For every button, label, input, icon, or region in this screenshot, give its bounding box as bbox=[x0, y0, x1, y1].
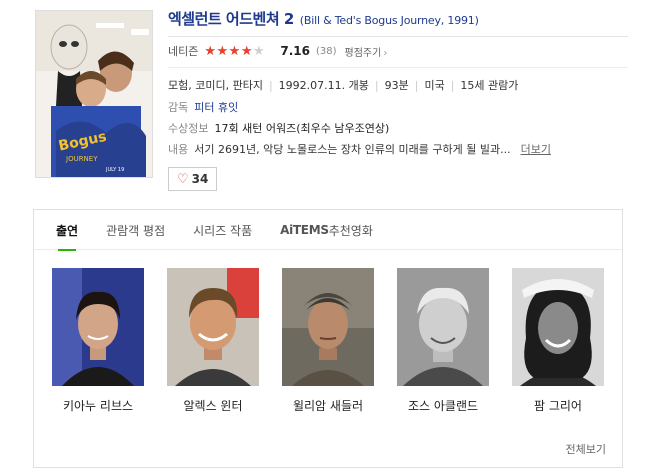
svg-text:JULY 19: JULY 19 bbox=[105, 167, 124, 173]
movie-original-title: (Bill & Ted's Bogus Journey, 1991) bbox=[299, 14, 479, 27]
svg-text:JOURNEY: JOURNEY bbox=[65, 155, 98, 163]
release-date: 1992.07.11. 개봉 bbox=[278, 79, 369, 92]
movie-poster[interactable]: Bogus JOURNEY JULY 19 bbox=[35, 10, 153, 178]
separator: | bbox=[374, 78, 379, 92]
rating-label: 네티즌 bbox=[168, 45, 199, 58]
cast-name[interactable]: 키아누 리브스 bbox=[52, 397, 144, 414]
cast-photo-image bbox=[397, 268, 489, 386]
awards-row: 수상정보 17회 새턴 어워즈(최우수 남우조연상) bbox=[168, 117, 628, 138]
runtime: 93분 bbox=[384, 79, 409, 92]
cast-name[interactable]: 윌리암 새들러 bbox=[282, 397, 374, 414]
cast-name[interactable]: 조스 아클랜드 bbox=[397, 397, 489, 414]
age-rating: 15세 관람가 bbox=[460, 79, 519, 92]
cast-photo[interactable] bbox=[397, 268, 489, 386]
panel-tabs: 출연 관람객 평점 시리즈 작품 AiTEMS 추천영화 bbox=[34, 210, 622, 251]
cast-photo[interactable] bbox=[512, 268, 604, 386]
awards-value: 17회 새턴 어워즈(최우수 남우조연상) bbox=[214, 121, 390, 135]
cast-panel: 출연 관람객 평점 시리즈 작품 AiTEMS 추천영화 키아누 리브스 알렉스… bbox=[33, 209, 623, 468]
tab-cast[interactable]: 출연 bbox=[42, 210, 92, 251]
movie-meta: 모험, 코미디, 판타지 | 1992.07.11. 개봉 | 93분 | 미국… bbox=[168, 74, 628, 96]
title-row: 엑셀런트 어드벤쳐 2 (Bill & Ted's Bogus Journey,… bbox=[168, 8, 628, 30]
tab-audience-rating[interactable]: 관람객 평점 bbox=[92, 210, 179, 250]
separator: | bbox=[268, 78, 273, 92]
cast-photo[interactable] bbox=[167, 268, 259, 386]
tab-series[interactable]: 시리즈 작품 bbox=[179, 210, 266, 250]
synopsis-more-link[interactable]: 더보기 bbox=[521, 141, 551, 157]
view-all-link[interactable]: 전체보기 bbox=[566, 441, 606, 457]
rating-score: 7.16 bbox=[280, 44, 310, 58]
cast-list: 키아누 리브스 알렉스 윈터 윌리암 새들러 조스 아클랜드 팜 그리어 bbox=[52, 268, 627, 414]
genres: 모험, 코미디, 판타지 bbox=[168, 79, 263, 92]
awards-label: 수상정보 bbox=[168, 121, 209, 135]
rate-movie-link[interactable]: 평점주기 bbox=[345, 44, 388, 59]
like-count: 34 bbox=[191, 172, 209, 186]
synopsis-row: 내용 서기 2691년, 악당 노몰로스는 장차 인류의 미래를 구하게 될 빌… bbox=[168, 138, 628, 159]
cast-photo[interactable] bbox=[282, 268, 374, 386]
star-rating-filled-icon: ★★★★★ bbox=[204, 44, 254, 58]
aitems-logo: AiTEMS bbox=[280, 223, 329, 237]
rating-count: (38) bbox=[315, 45, 337, 57]
cast-member[interactable]: 키아누 리브스 bbox=[52, 268, 144, 414]
cast-member[interactable]: 조스 아클랜드 bbox=[397, 268, 489, 414]
cast-name[interactable]: 알렉스 윈터 bbox=[167, 397, 259, 414]
tab-recommendations[interactable]: AiTEMS 추천영화 bbox=[266, 210, 387, 250]
cast-member[interactable]: 팜 그리어 bbox=[512, 268, 604, 414]
rating-divider bbox=[168, 67, 628, 68]
tab-label: 시리즈 작품 bbox=[193, 223, 253, 238]
cast-member[interactable]: 알렉스 윈터 bbox=[167, 268, 259, 414]
director-label: 감독 bbox=[168, 100, 189, 114]
title-divider bbox=[168, 36, 628, 37]
separator: | bbox=[414, 78, 419, 92]
movie-info: 엑셀런트 어드벤쳐 2 (Bill & Ted's Bogus Journey,… bbox=[168, 8, 628, 191]
like-button[interactable]: ♡ 34 bbox=[168, 167, 218, 191]
cast-photo-image bbox=[512, 268, 604, 386]
tab-label: 출연 bbox=[56, 223, 79, 238]
director-row: 감독 피터 휴잇 bbox=[168, 96, 628, 117]
cast-photo-image bbox=[282, 268, 374, 386]
rating-row: 네티즌 ★★★★★ ★★★★★ 7.16 (38) 평점주기 bbox=[168, 39, 628, 63]
movie-title[interactable]: 엑셀런트 어드벤쳐 2 bbox=[168, 8, 294, 29]
cast-photo-image bbox=[52, 268, 144, 386]
tab-label: 추천영화 bbox=[328, 223, 373, 238]
cast-photo[interactable] bbox=[52, 268, 144, 386]
heart-icon: ♡ bbox=[177, 171, 189, 187]
synopsis-label: 내용 bbox=[168, 142, 189, 156]
tab-label: 관람객 평점 bbox=[106, 223, 166, 238]
cast-name[interactable]: 팜 그리어 bbox=[512, 397, 604, 414]
cast-photo-image bbox=[167, 268, 259, 386]
separator: | bbox=[450, 78, 455, 92]
director-link[interactable]: 피터 휴잇 bbox=[194, 99, 238, 115]
country: 미국 bbox=[424, 79, 445, 92]
synopsis-text: 서기 2691년, 악당 노몰로스는 장차 인류의 미래를 구하게 될 빌과..… bbox=[194, 142, 511, 156]
star-rating: ★★★★★ ★★★★★ bbox=[204, 45, 274, 58]
cast-member[interactable]: 윌리암 새들러 bbox=[282, 268, 374, 414]
poster-image: Bogus JOURNEY JULY 19 bbox=[36, 11, 152, 177]
